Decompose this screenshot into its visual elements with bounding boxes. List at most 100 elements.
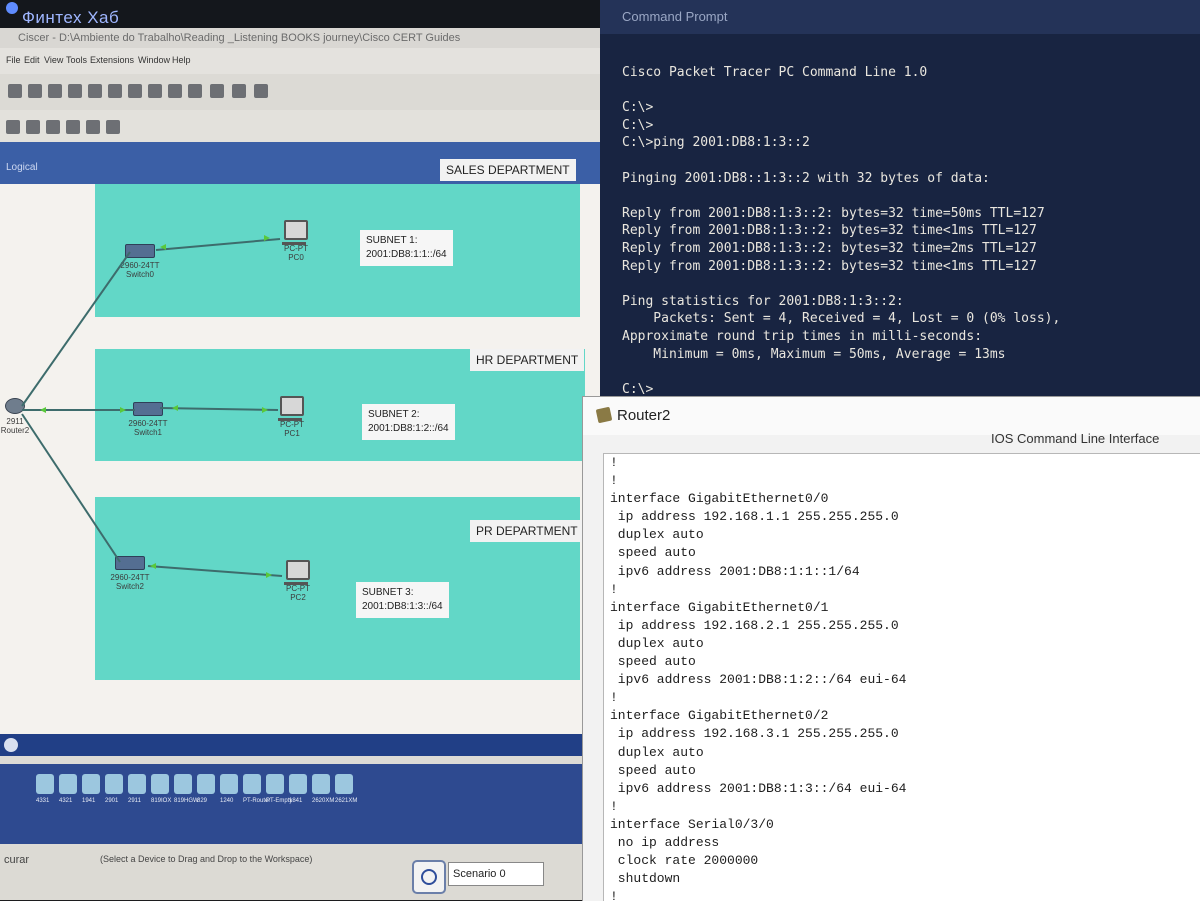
menu-edit[interactable]: Edit bbox=[24, 55, 40, 65]
link-router-switch0 bbox=[21, 251, 131, 407]
logical-tab[interactable]: Logical bbox=[6, 162, 38, 173]
menu-bar: File Edit View Tools Extensions Window H… bbox=[0, 48, 600, 74]
router-model-name: 2621XM bbox=[335, 798, 358, 804]
ios-config-line: speed auto bbox=[610, 654, 696, 670]
undo-icon[interactable] bbox=[88, 84, 102, 98]
clock-icon bbox=[421, 869, 437, 885]
ios-config-line: interface GigabitEthernet0/0 bbox=[610, 491, 829, 507]
resize-icon[interactable] bbox=[66, 120, 80, 134]
cmd-output-line: C:\> bbox=[622, 117, 654, 133]
zoom-reset-icon[interactable] bbox=[148, 84, 162, 98]
router-model-tile[interactable] bbox=[335, 774, 353, 794]
ios-config-line: interface GigabitEthernet0/1 bbox=[610, 599, 829, 615]
ios-config-line: ipv6 address 2001:DB8:1:2::/64 eui-64 bbox=[610, 672, 907, 688]
link-router-switch2 bbox=[21, 413, 121, 563]
menu-file[interactable]: File bbox=[6, 55, 21, 65]
router-model-name: 819HGW bbox=[174, 798, 199, 804]
zoom-out-icon[interactable] bbox=[168, 84, 182, 98]
router-model-name: 1941 bbox=[82, 798, 96, 804]
ios-config-line: interface GigabitEthernet0/2 bbox=[610, 708, 829, 724]
router-model-name: 2901 bbox=[105, 798, 119, 804]
ios-config-line: clock rate 2000000 bbox=[610, 853, 759, 869]
link-switch0-pc0 bbox=[155, 238, 281, 251]
device-type-strip: 4331 4321 1941 2901 2911 819IOX 819HGW 829 1240 P… bbox=[0, 764, 600, 844]
select-icon[interactable] bbox=[6, 120, 20, 134]
cmd-output-line: Reply from 2001:DB8:1:3::2: bytes=32 tim… bbox=[622, 258, 1037, 274]
router-model-tile[interactable] bbox=[36, 774, 54, 794]
router-model-tile[interactable] bbox=[243, 774, 261, 794]
cmd-output-line: Reply from 2001:DB8:1:3::2: bytes=32 tim… bbox=[622, 223, 1037, 239]
inspect-icon[interactable] bbox=[26, 120, 40, 134]
link-up-indicator bbox=[172, 405, 178, 411]
router-model-tile[interactable] bbox=[266, 774, 284, 794]
sales-department-label: SALES DEPARTMENT bbox=[440, 159, 576, 181]
router-model-name: 2911 bbox=[128, 798, 141, 804]
router-model-tile[interactable] bbox=[105, 774, 123, 794]
menu-window[interactable]: Window bbox=[138, 55, 170, 65]
ios-config-line: ! bbox=[610, 798, 618, 814]
status-left-text: curar bbox=[4, 854, 30, 866]
pdu-icon[interactable] bbox=[232, 84, 246, 98]
cmd-output-line bbox=[622, 363, 1197, 381]
ios-console[interactable]: !! interface GigabitEthernet0/0 ip addres… bbox=[603, 453, 1200, 901]
ios-config-line: ! bbox=[610, 889, 618, 901]
note-icon[interactable] bbox=[86, 120, 100, 134]
play-icon[interactable] bbox=[4, 738, 18, 752]
cmd-output-line: Ping statistics for 2001:DB8:1:3::2: bbox=[622, 293, 904, 309]
router-model-name: 819IOX bbox=[151, 798, 172, 804]
save-icon[interactable] bbox=[48, 84, 62, 98]
network-links bbox=[21, 235, 283, 578]
router-model-tile[interactable] bbox=[312, 774, 330, 794]
ios-config-line: speed auto bbox=[610, 545, 696, 561]
open-file-icon[interactable] bbox=[28, 84, 42, 98]
ios-config-line: interface Serial0/3/0 bbox=[610, 816, 774, 832]
new-file-icon[interactable] bbox=[8, 84, 22, 98]
router-model-tile[interactable] bbox=[220, 774, 238, 794]
router-model-tile[interactable] bbox=[197, 774, 215, 794]
ios-config-line: shutdown bbox=[610, 871, 681, 887]
router-model-tile[interactable] bbox=[174, 774, 192, 794]
cmd-output-line: Reply from 2001:DB8:1:3::2: bytes=32 tim… bbox=[622, 205, 1045, 221]
menu-extensions[interactable]: Extensions bbox=[90, 55, 134, 65]
ios-config-line: duplex auto bbox=[610, 527, 704, 543]
cmd-output-line: Pinging 2001:DB8::1:3::2 with 32 bytes o… bbox=[622, 170, 990, 186]
print-icon[interactable] bbox=[68, 84, 82, 98]
router-model-tile[interactable] bbox=[289, 774, 307, 794]
router-model-tile[interactable] bbox=[151, 774, 169, 794]
command-prompt-output[interactable]: Cisco Packet Tracer PC Command Line 1.0 C… bbox=[622, 64, 1197, 398]
menu-view[interactable]: View bbox=[44, 55, 63, 65]
file-path: Ciscer - D:\Ambiente do Trabalho\Reading… bbox=[0, 28, 600, 48]
router2-title: Router2 bbox=[617, 407, 671, 424]
menu-help[interactable]: Help bbox=[172, 55, 191, 65]
custom-device-icon[interactable] bbox=[210, 84, 224, 98]
scenario-select[interactable]: Scenario 0 bbox=[448, 862, 544, 886]
ios-config-line: ip address 192.168.3.1 255.255.255.0 bbox=[610, 726, 899, 742]
packet-tracer-window: Финтех Хаб Ciscer - D:\Ambiente do Traba… bbox=[0, 0, 600, 900]
router-model-tile[interactable] bbox=[82, 774, 100, 794]
delete-icon[interactable] bbox=[46, 120, 60, 134]
packet-tracer-app-icon bbox=[595, 406, 613, 424]
redo-icon[interactable] bbox=[108, 84, 122, 98]
realtime-bar bbox=[0, 734, 600, 756]
ios-config-line: ! bbox=[610, 473, 618, 489]
ios-config-line: ! bbox=[610, 455, 618, 470]
link-switch2-pc2 bbox=[147, 565, 283, 577]
ios-config-line: duplex auto bbox=[610, 744, 704, 760]
menu-tools[interactable]: Tools bbox=[66, 55, 87, 65]
workspace-icon[interactable] bbox=[254, 84, 268, 98]
zoom-in-icon[interactable] bbox=[128, 84, 142, 98]
router-model-tile[interactable] bbox=[59, 774, 77, 794]
draw-icon[interactable] bbox=[106, 120, 120, 134]
ios-console-output: !! interface GigabitEthernet0/0 ip addres… bbox=[610, 454, 906, 901]
workspace-canvas[interactable]: SALES DEPARTMENT SUBNET 1: 2001:DB8:1:1:… bbox=[0, 159, 600, 734]
scenario-button[interactable] bbox=[412, 860, 446, 894]
secondary-toolbar bbox=[0, 110, 600, 142]
router-model-name: 2620XM bbox=[312, 798, 335, 804]
router-model-name: 1841 bbox=[289, 798, 303, 804]
router-model-name: 4331 bbox=[36, 798, 50, 804]
bottom-panel: 4331 4321 1941 2901 2911 819IOX 819HGW 829 1240 P… bbox=[0, 734, 600, 900]
router-model-tile[interactable] bbox=[128, 774, 146, 794]
ios-config-line: no ip address bbox=[610, 834, 720, 850]
ios-config-line: ! bbox=[610, 690, 618, 706]
palette-icon[interactable] bbox=[188, 84, 202, 98]
